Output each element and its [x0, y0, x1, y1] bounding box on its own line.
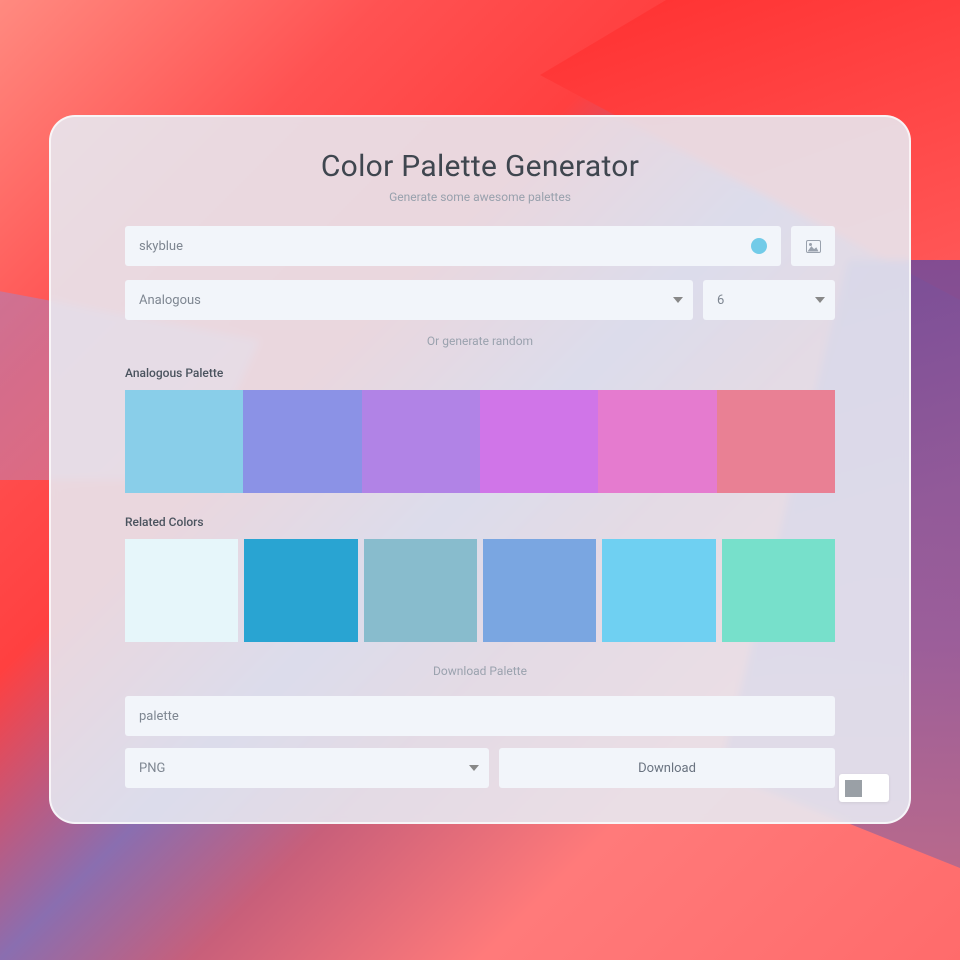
palette-swatch[interactable] [362, 390, 480, 493]
palette-swatch[interactable] [243, 390, 361, 493]
color-input-wrapper [125, 226, 781, 266]
related-swatch[interactable] [722, 539, 835, 642]
color-input[interactable] [139, 226, 767, 266]
palette-swatch[interactable] [717, 390, 835, 493]
download-heading: Download Palette [125, 664, 835, 678]
count-select[interactable]: 6 [703, 280, 835, 320]
related-swatch[interactable] [244, 539, 357, 642]
palette-swatch[interactable] [125, 390, 243, 493]
palette-swatch[interactable] [598, 390, 716, 493]
page-subtitle: Generate some awesome palettes [125, 190, 835, 204]
palette-label: Analogous Palette [125, 366, 835, 380]
color-preview-dot[interactable] [751, 238, 767, 254]
download-button[interactable]: Download [499, 748, 835, 788]
app-card: Color Palette Generator Generate some aw… [49, 115, 911, 824]
format-select[interactable]: PNG [125, 748, 489, 788]
page-title: Color Palette Generator [125, 149, 835, 184]
related-swatch[interactable] [602, 539, 715, 642]
analogous-palette [125, 390, 835, 493]
image-icon [806, 240, 821, 253]
color-input-row [125, 226, 835, 266]
related-swatch[interactable] [364, 539, 477, 642]
scheme-row: Analogous 6 [125, 280, 835, 320]
related-label: Related Colors [125, 515, 835, 529]
related-swatch[interactable] [483, 539, 596, 642]
filename-input[interactable] [139, 696, 821, 736]
corner-widget[interactable] [839, 774, 889, 802]
related-palette [125, 539, 835, 642]
square-icon [845, 780, 862, 797]
generate-random-link[interactable]: Or generate random [125, 334, 835, 348]
related-swatch[interactable] [125, 539, 238, 642]
filename-input-wrapper [125, 696, 835, 736]
download-row: PNG Download [125, 748, 835, 788]
palette-swatch[interactable] [480, 390, 598, 493]
scheme-select[interactable]: Analogous [125, 280, 693, 320]
image-upload-button[interactable] [791, 226, 835, 266]
